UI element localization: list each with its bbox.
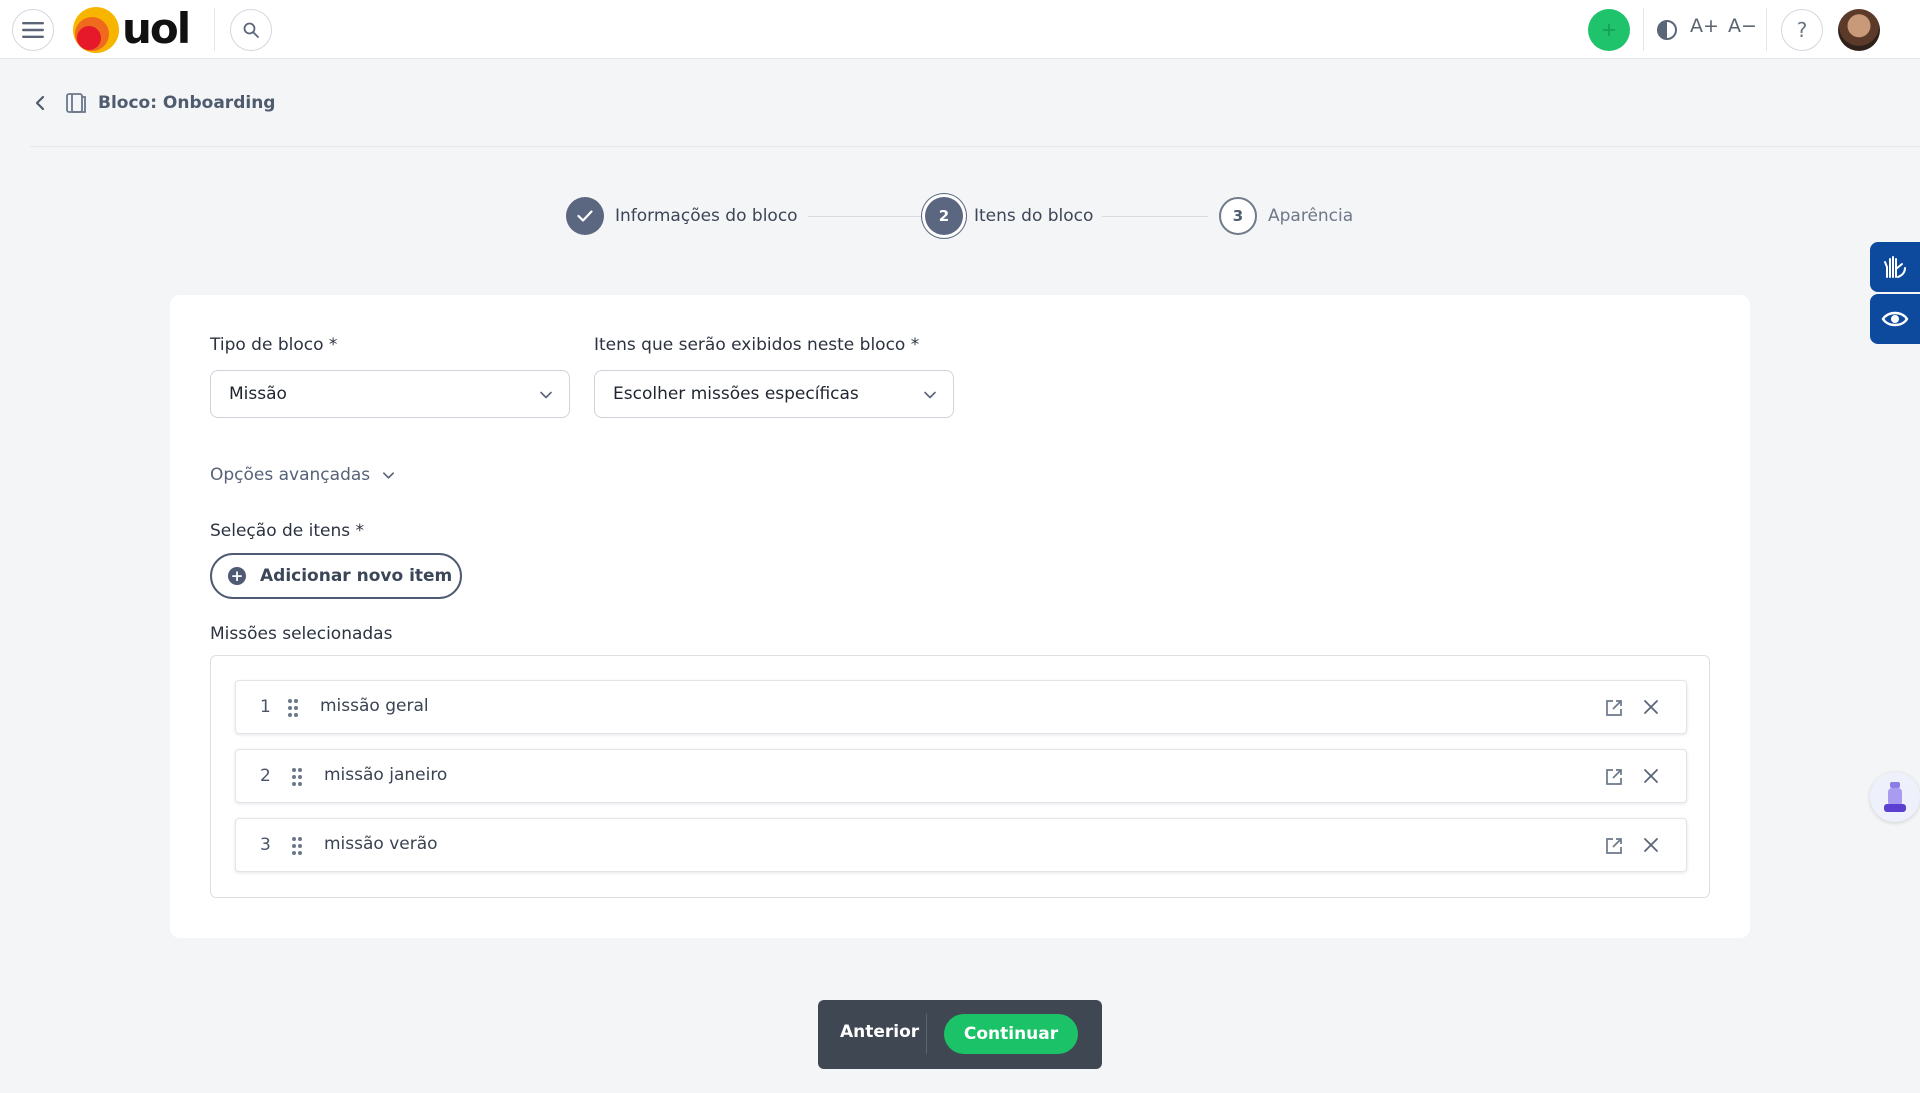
item-label: missão geral bbox=[320, 696, 429, 716]
item-selection-label: Seleção de itens * bbox=[210, 521, 365, 541]
item-number: 3 bbox=[260, 835, 271, 855]
divider bbox=[214, 8, 215, 51]
block-type-value: Missão bbox=[229, 384, 287, 404]
chevron-left-icon bbox=[35, 95, 45, 111]
block-type-select[interactable]: Missão bbox=[210, 370, 570, 418]
eye-icon bbox=[1881, 311, 1909, 327]
items-shown-label: Itens que serão exibidos neste bloco * bbox=[594, 335, 920, 355]
selected-missions-list: 1 missão geral 2 missão janeiro 3 missão… bbox=[210, 655, 1710, 898]
back-button[interactable] bbox=[30, 93, 50, 113]
uol-logo[interactable]: uol bbox=[72, 4, 202, 54]
form-card: Tipo de bloco * Missão Itens que serão e… bbox=[170, 295, 1750, 938]
items-shown-select[interactable]: Escolher missões específicas bbox=[594, 370, 954, 418]
plus-circle-icon: + bbox=[228, 567, 246, 585]
font-increase-button[interactable]: A+ bbox=[1690, 15, 1719, 37]
drag-handle-icon[interactable] bbox=[290, 766, 304, 788]
avatar[interactable] bbox=[1838, 9, 1880, 51]
stepper-connector bbox=[808, 216, 924, 217]
list-item[interactable]: 1 missão geral bbox=[235, 680, 1687, 734]
open-external-icon[interactable] bbox=[1604, 767, 1624, 787]
drag-handle-icon[interactable] bbox=[290, 835, 304, 857]
step-number: 3 bbox=[1219, 197, 1257, 235]
continue-button[interactable]: Continuar bbox=[944, 1014, 1078, 1054]
chevron-down-icon bbox=[540, 391, 552, 399]
chevron-down-icon bbox=[383, 471, 395, 479]
items-shown-value: Escolher missões específicas bbox=[613, 384, 859, 404]
list-item[interactable]: 3 missão verão bbox=[235, 818, 1687, 872]
previous-button[interactable]: Anterior bbox=[840, 1022, 919, 1042]
divider bbox=[30, 146, 1920, 147]
sign-language-icon bbox=[1884, 256, 1906, 278]
close-icon[interactable] bbox=[1642, 836, 1660, 854]
open-external-icon[interactable] bbox=[1604, 698, 1624, 718]
help-icon: ? bbox=[1796, 18, 1808, 42]
divider bbox=[1766, 8, 1767, 51]
step-block-info[interactable]: Informações do bloco bbox=[566, 196, 798, 236]
search-icon bbox=[243, 22, 259, 38]
create-button[interactable] bbox=[1588, 9, 1630, 51]
menu-button[interactable] bbox=[12, 9, 54, 51]
item-number: 2 bbox=[260, 766, 271, 786]
item-label: missão janeiro bbox=[324, 765, 448, 785]
chevron-down-icon bbox=[924, 391, 936, 399]
divider bbox=[926, 1014, 927, 1054]
sign-language-button[interactable] bbox=[1870, 242, 1920, 292]
logo-text: uol bbox=[122, 4, 191, 53]
top-bar: uol A+ A− ? bbox=[0, 0, 1920, 59]
close-icon[interactable] bbox=[1642, 698, 1660, 716]
advanced-options-toggle[interactable]: Opções avançadas bbox=[210, 465, 395, 485]
font-decrease-button[interactable]: A− bbox=[1728, 15, 1757, 37]
advanced-options-label: Opções avançadas bbox=[210, 465, 371, 485]
block-type-label: Tipo de bloco * bbox=[210, 335, 338, 355]
uol-logo-mark bbox=[73, 7, 119, 53]
step-appearance[interactable]: 3 Aparência bbox=[1219, 196, 1353, 236]
item-label: missão verão bbox=[324, 834, 438, 854]
book-icon bbox=[66, 93, 86, 113]
search-button[interactable] bbox=[230, 9, 272, 51]
divider bbox=[1643, 8, 1644, 51]
item-number: 1 bbox=[260, 697, 271, 717]
contrast-icon[interactable] bbox=[1656, 19, 1678, 41]
add-item-button[interactable]: + Adicionar novo item bbox=[210, 553, 462, 599]
plus-icon bbox=[1603, 24, 1615, 36]
assistant-button[interactable] bbox=[1870, 772, 1920, 822]
step-label: Aparência bbox=[1268, 206, 1354, 226]
help-button[interactable]: ? bbox=[1781, 9, 1823, 51]
list-item[interactable]: 2 missão janeiro bbox=[235, 749, 1687, 803]
open-external-icon[interactable] bbox=[1604, 836, 1624, 856]
check-icon bbox=[566, 197, 604, 235]
stepper-connector bbox=[1102, 216, 1208, 217]
step-block-items[interactable]: 2 Itens do bloco bbox=[925, 196, 1093, 236]
close-icon[interactable] bbox=[1642, 767, 1660, 785]
wizard-navigation: Anterior Continuar bbox=[818, 1000, 1102, 1069]
assistant-icon bbox=[1884, 782, 1906, 812]
breadcrumb: Bloco: Onboarding bbox=[30, 88, 275, 118]
menu-icon bbox=[22, 22, 44, 38]
page-title: Bloco: Onboarding bbox=[98, 93, 276, 113]
step-number: 2 bbox=[925, 197, 963, 235]
selected-missions-label: Missões selecionadas bbox=[210, 624, 393, 644]
visual-accessibility-button[interactable] bbox=[1870, 294, 1920, 344]
drag-handle-icon[interactable] bbox=[286, 697, 300, 719]
add-item-label: Adicionar novo item bbox=[260, 566, 453, 586]
step-label: Informações do bloco bbox=[615, 206, 798, 226]
step-label: Itens do bloco bbox=[974, 206, 1094, 226]
